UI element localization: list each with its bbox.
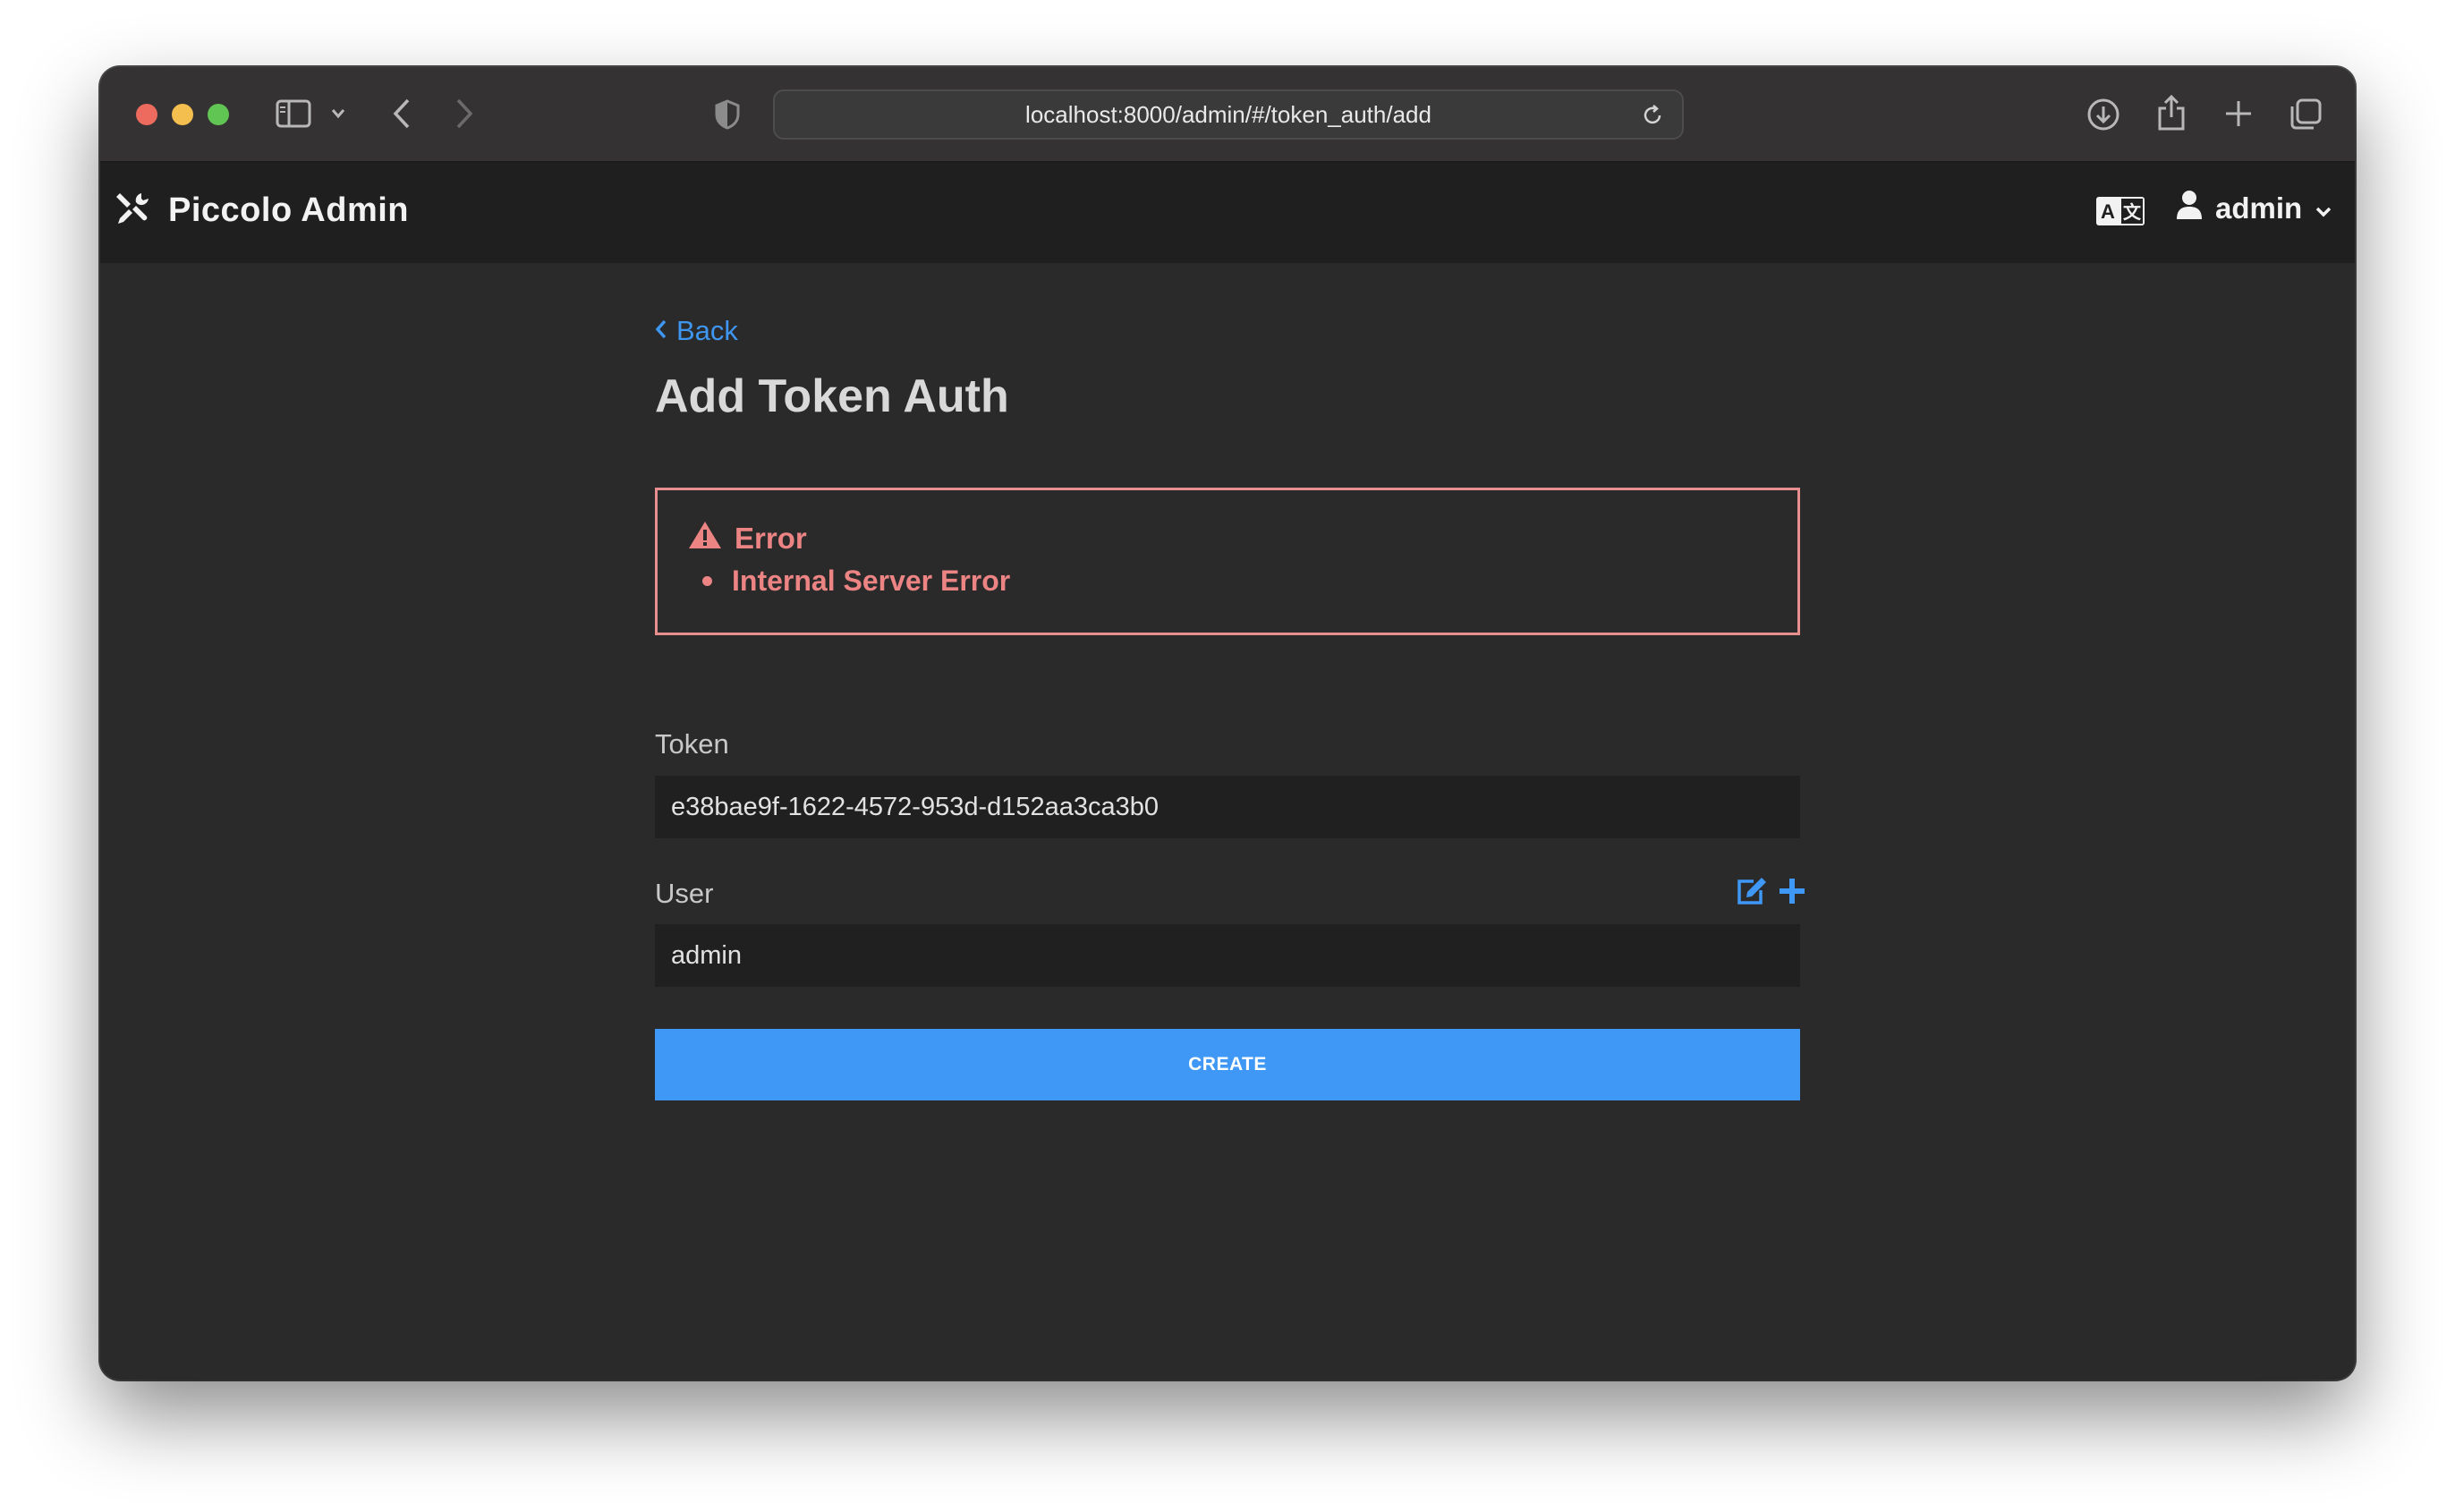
back-arrow-icon[interactable] xyxy=(392,98,412,130)
error-heading: Error xyxy=(688,520,807,557)
share-icon[interactable] xyxy=(2156,94,2187,132)
chevron-down-icon xyxy=(2315,191,2332,225)
edit-icon[interactable] xyxy=(1736,876,1768,911)
sidebar-icon[interactable] xyxy=(276,99,311,128)
app-header: Piccolo Admin A 文 admin xyxy=(100,163,2355,263)
bullet xyxy=(702,576,712,586)
close-window-button[interactable] xyxy=(136,104,157,125)
username: admin xyxy=(2215,191,2303,225)
svg-text:文: 文 xyxy=(2123,201,2142,223)
token-input[interactable] xyxy=(655,776,1800,838)
shield-icon[interactable] xyxy=(714,99,741,130)
error-text: Internal Server Error xyxy=(732,565,1011,597)
error-message-box: Error Internal Server Error xyxy=(655,488,1800,635)
maximize-window-button[interactable] xyxy=(208,104,229,125)
address-bar[interactable]: localhost:8000/admin/#/token_auth/add xyxy=(773,89,1684,140)
user-field-actions xyxy=(1736,876,1805,911)
page-title: Add Token Auth xyxy=(655,370,1009,422)
minimize-window-button[interactable] xyxy=(172,104,193,125)
url-text: localhost:8000/admin/#/token_auth/add xyxy=(1025,100,1431,128)
user-icon xyxy=(2176,190,2203,227)
tools-icon xyxy=(115,190,152,232)
translate-icon[interactable]: A 文 xyxy=(2095,196,2145,231)
token-label: Token xyxy=(655,728,729,760)
reload-icon[interactable] xyxy=(1641,104,1664,133)
svg-text:A: A xyxy=(2101,200,2115,223)
tab-overview-icon[interactable] xyxy=(2289,98,2323,132)
create-button[interactable]: CREATE xyxy=(655,1029,1800,1100)
new-tab-icon[interactable] xyxy=(2224,99,2253,128)
user-input[interactable] xyxy=(655,924,1800,987)
app-title: Piccolo Admin xyxy=(168,191,410,229)
chevron-down-icon[interactable] xyxy=(331,108,345,119)
error-title: Error xyxy=(735,522,807,555)
error-list-item: Internal Server Error xyxy=(702,565,1010,598)
brand[interactable]: Piccolo Admin xyxy=(115,190,409,232)
back-link[interactable]: Back xyxy=(655,315,738,347)
user-label: User xyxy=(655,878,714,909)
warning-icon xyxy=(688,520,722,557)
download-icon[interactable] xyxy=(2086,98,2120,132)
user-menu[interactable]: admin xyxy=(2176,190,2332,227)
browser-toolbar: localhost:8000/admin/#/token_auth/add xyxy=(100,67,2355,163)
chevron-left-icon xyxy=(655,315,667,347)
forward-arrow-icon[interactable] xyxy=(454,98,474,130)
add-icon[interactable] xyxy=(1779,878,1805,909)
back-label: Back xyxy=(676,315,738,346)
browser-window: localhost:8000/admin/#/token_auth/add Pi… xyxy=(100,67,2355,1380)
